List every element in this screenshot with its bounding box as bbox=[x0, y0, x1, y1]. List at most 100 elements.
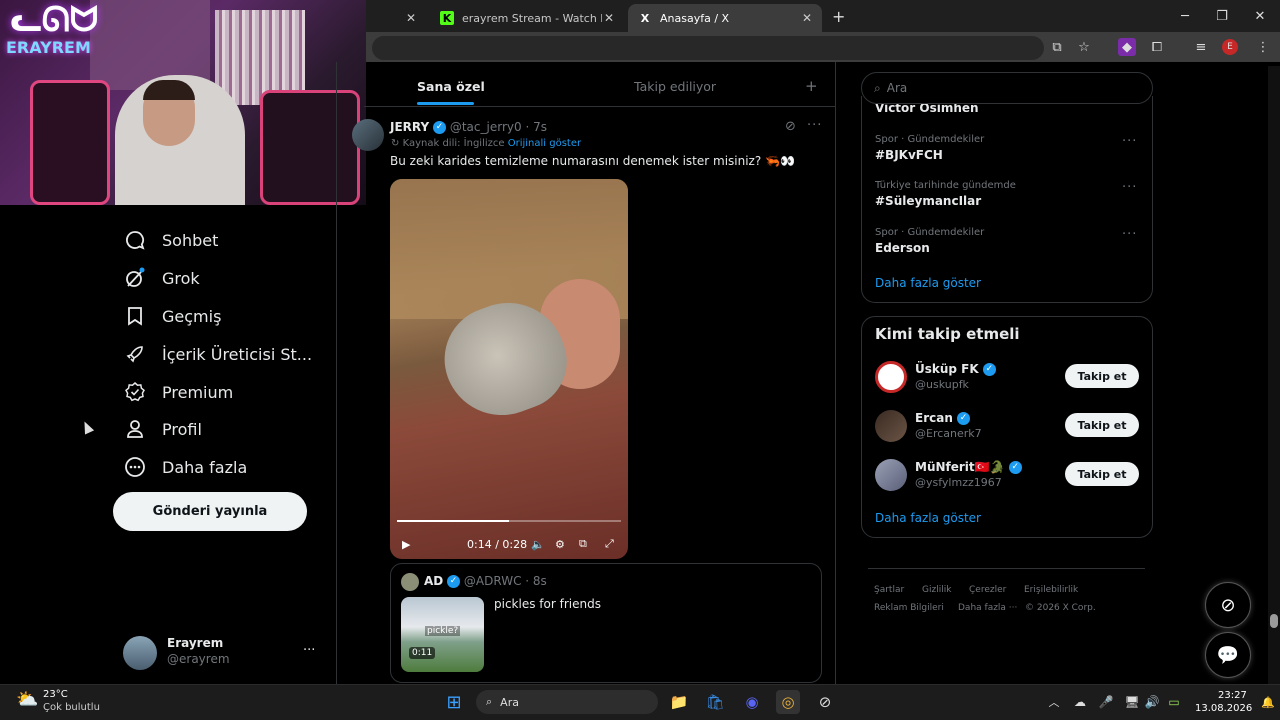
browser-tab-erayrem-stream[interactable]: K erayrem Stream - Watch Live on ✕ bbox=[430, 4, 624, 32]
trend-more-icon[interactable]: ··· bbox=[1122, 227, 1137, 242]
chrome-icon[interactable]: ◎ bbox=[776, 690, 800, 714]
notifications-icon[interactable]: 🔔 bbox=[1256, 690, 1280, 714]
volume-icon[interactable]: 🔈 bbox=[531, 536, 545, 552]
trend-name[interactable]: Ederson bbox=[875, 241, 930, 255]
post-author-avatar[interactable] bbox=[352, 119, 384, 151]
file-explorer-icon[interactable]: 📁 bbox=[667, 690, 691, 714]
user-name[interactable]: Üsküp FK bbox=[915, 362, 979, 376]
verified-badge-icon: ✓ bbox=[957, 412, 971, 425]
sidebar-item-grok[interactable]: Grok bbox=[124, 261, 200, 295]
user-avatar[interactable] bbox=[875, 459, 907, 491]
post-more-icon[interactable]: ··· bbox=[807, 118, 822, 133]
verified-badge-icon: ✓ bbox=[447, 575, 461, 588]
post-button[interactable]: Gönderi yayınla bbox=[113, 492, 307, 531]
sidebar-item-more[interactable]: Daha fazla bbox=[124, 450, 247, 484]
bookmark-star-icon[interactable]: ☆ bbox=[1075, 38, 1093, 56]
post-video[interactable]: ▶ 0:14 / 0:28 🔈 ⚙ ⧉ ⤢ bbox=[390, 179, 628, 559]
cat-logo-icon: ᓚᘏᗢ bbox=[9, 0, 99, 40]
fullscreen-icon[interactable]: ⤢ bbox=[605, 536, 614, 552]
user-name[interactable]: MüNferit🇹🇷🐊 bbox=[915, 460, 1005, 474]
clock-date[interactable]: 13.08.2026 bbox=[1195, 703, 1252, 714]
trend-more-icon[interactable]: ··· bbox=[1122, 180, 1137, 195]
close-window-icon[interactable]: ✕ bbox=[1250, 6, 1270, 26]
user-avatar[interactable] bbox=[875, 410, 907, 442]
browser-tab[interactable]: ✕ bbox=[366, 4, 426, 32]
quote-video-thumbnail[interactable]: pickle? 0:11 bbox=[401, 597, 484, 672]
settings-icon[interactable]: ⚙ bbox=[555, 536, 565, 552]
menu-icon[interactable]: ⋮ bbox=[1254, 38, 1272, 56]
battery-icon[interactable]: ▭ bbox=[1162, 690, 1186, 714]
grok-post-icon[interactable]: ⊘ bbox=[785, 119, 796, 134]
address-bar[interactable] bbox=[372, 36, 1044, 60]
sidebar-item-premium[interactable]: Premium bbox=[124, 375, 233, 409]
user-handle: @Ercanerk7 bbox=[915, 427, 982, 440]
clock-time[interactable]: 23:27 bbox=[1218, 690, 1247, 701]
follow-show-more-link[interactable]: Daha fazla göster bbox=[875, 511, 981, 525]
extension-icon[interactable]: ◆ bbox=[1118, 38, 1136, 56]
post-author-name[interactable]: JERRY bbox=[390, 120, 429, 134]
app-icon[interactable]: ⊘ bbox=[813, 690, 837, 714]
new-tab-button[interactable]: + bbox=[832, 7, 845, 26]
trend-more-icon[interactable]: ··· bbox=[1122, 134, 1137, 149]
profile-avatar-icon[interactable]: E bbox=[1222, 39, 1238, 55]
windows-start-icon[interactable]: ⊞ bbox=[442, 690, 466, 714]
footer-link[interactable]: Erişilebilirlik bbox=[1024, 585, 1078, 595]
footer-link[interactable]: Şartlar bbox=[874, 585, 904, 595]
microphone-icon[interactable]: 🎤 bbox=[1094, 690, 1118, 714]
follow-button[interactable]: Takip et bbox=[1065, 462, 1139, 486]
follow-button[interactable]: Takip et bbox=[1065, 413, 1139, 437]
maximize-icon[interactable]: ❐ bbox=[1212, 6, 1232, 26]
profile-icon bbox=[124, 418, 146, 440]
messages-fab-icon[interactable]: 💬 bbox=[1205, 632, 1251, 678]
media-control-icon[interactable]: ≡ bbox=[1192, 38, 1210, 56]
show-original-link[interactable]: Orijinali göster bbox=[508, 138, 581, 149]
sidebar-item-creator-studio[interactable]: İçerik Üreticisi St... bbox=[124, 337, 312, 371]
chat-icon bbox=[124, 229, 146, 251]
extensions-puzzle-icon[interactable]: ⧠ bbox=[1148, 38, 1166, 56]
trends-show-more-link[interactable]: Daha fazla göster bbox=[875, 276, 981, 290]
sidebar-item-profile[interactable]: Profil bbox=[124, 412, 202, 446]
discord-icon[interactable]: ◉ bbox=[740, 690, 764, 714]
footer-link[interactable]: Daha fazla ··· bbox=[958, 603, 1017, 613]
user-avatar[interactable] bbox=[875, 361, 907, 393]
onedrive-icon[interactable]: ☁ bbox=[1068, 690, 1092, 714]
close-tab-icon[interactable]: ✕ bbox=[604, 11, 614, 25]
tray-overflow-icon[interactable]: ︿ bbox=[1042, 690, 1066, 714]
taskbar-search[interactable]: ⌕ Ara bbox=[476, 690, 658, 714]
sidebar-item-chat[interactable]: Sohbet bbox=[124, 223, 218, 257]
tab-for-you[interactable]: Sana özel bbox=[417, 66, 485, 106]
footer-link[interactable]: Reklam Bilgileri bbox=[874, 603, 944, 613]
video-time: 0:14 / 0:28 bbox=[467, 537, 528, 551]
browser-tab-anasayfa[interactable]: X Anasayfa / X ✕ bbox=[628, 4, 822, 32]
trend-name[interactable]: #SüleymancIlar bbox=[875, 194, 981, 208]
grok-fab-icon[interactable]: ⊘ bbox=[1205, 582, 1251, 628]
close-tab-icon[interactable]: ✕ bbox=[406, 11, 416, 25]
account-name[interactable]: Erayrem bbox=[167, 636, 223, 650]
close-tab-icon[interactable]: ✕ bbox=[802, 11, 812, 25]
weather-temp[interactable]: 23°C bbox=[43, 689, 68, 700]
footer-link[interactable]: Gizlilik bbox=[922, 585, 951, 595]
user-name[interactable]: Ercan bbox=[915, 411, 953, 425]
bookmark-icon bbox=[124, 305, 146, 327]
minimize-icon[interactable]: ─ bbox=[1175, 6, 1195, 26]
scrollbar-thumb[interactable] bbox=[1270, 614, 1278, 628]
more-circle-icon bbox=[124, 456, 146, 478]
weather-icon[interactable]: ⛅ bbox=[16, 689, 38, 710]
trend-name[interactable]: #BJKvFCH bbox=[875, 148, 943, 162]
account-menu-icon[interactable]: ··· bbox=[303, 643, 315, 658]
footer-link[interactable]: Çerezler bbox=[969, 585, 1006, 595]
volume-icon[interactable]: 🔊 bbox=[1140, 690, 1164, 714]
post-time[interactable]: · 7s bbox=[525, 120, 547, 134]
trend-name[interactable]: Victor Osimhen bbox=[875, 104, 979, 114]
store-icon[interactable]: 🛍 bbox=[703, 690, 727, 714]
cast-icon[interactable]: ⧉ bbox=[1048, 38, 1066, 56]
sidebar-item-history[interactable]: Geçmiş bbox=[124, 299, 221, 333]
follow-button[interactable]: Takip et bbox=[1065, 364, 1139, 388]
add-tab-icon[interactable]: + bbox=[805, 66, 818, 106]
pip-icon[interactable]: ⧉ bbox=[579, 536, 587, 552]
tab-following[interactable]: Takip ediliyor bbox=[634, 66, 716, 106]
account-avatar[interactable] bbox=[123, 636, 157, 670]
post-author-handle[interactable]: @tac_jerry0 bbox=[450, 120, 522, 134]
scrollbar[interactable] bbox=[1268, 66, 1280, 684]
play-icon[interactable]: ▶ bbox=[402, 536, 410, 552]
